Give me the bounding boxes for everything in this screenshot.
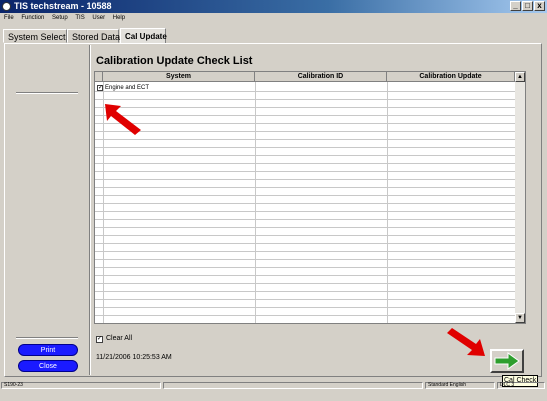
menu-tis[interactable]: TIS	[75, 15, 84, 21]
right-arrow-icon	[494, 352, 520, 370]
left-divider	[16, 92, 78, 94]
table-row	[95, 283, 515, 284]
header-system[interactable]: System	[103, 72, 255, 82]
minimize-button[interactable]: _	[510, 1, 521, 11]
table-row	[95, 291, 515, 292]
calibration-table: System Calibration ID Calibration Update…	[94, 71, 526, 324]
table-scrollbar[interactable]: ▲ ▼	[515, 72, 525, 323]
table-row-system[interactable]: Engine and ECT	[105, 84, 149, 92]
table-row	[95, 259, 515, 260]
close-window-button[interactable]: x	[534, 1, 545, 11]
table-row	[95, 99, 515, 100]
menu-file[interactable]: File	[4, 15, 14, 21]
scroll-down-button[interactable]: ▼	[515, 313, 525, 323]
table-row	[95, 179, 515, 180]
table-row	[95, 187, 515, 188]
status-panel-left: S190-23	[1, 382, 161, 389]
table-row	[95, 203, 515, 204]
status-panel-right: DLC 3	[497, 382, 545, 389]
tab-stored-data[interactable]: Stored Data	[67, 29, 120, 43]
menu-setup[interactable]: Setup	[52, 15, 68, 21]
table-row	[95, 235, 515, 236]
table-row	[95, 243, 515, 244]
left-divider-bottom	[16, 337, 78, 339]
panel-divider	[89, 45, 91, 375]
row-checkbox-engine-ect[interactable]: ✓	[97, 85, 103, 91]
page-title: Calibration Update Check List	[96, 55, 253, 67]
table-row	[95, 299, 515, 300]
table-row	[95, 163, 515, 164]
table-row	[95, 267, 515, 268]
menu-bar: File Function Setup TIS User Help	[0, 13, 547, 23]
maximize-button[interactable]: □	[522, 1, 533, 11]
table-row	[95, 219, 515, 220]
table-row	[95, 123, 515, 124]
table-row	[95, 131, 515, 132]
red-pointer-arrow-icon	[105, 104, 141, 135]
timestamp: 11/21/2006 10:25:53 AM	[96, 354, 172, 361]
menu-help[interactable]: Help	[113, 15, 125, 21]
header-check-column	[95, 72, 103, 82]
print-button[interactable]: Print	[18, 344, 78, 356]
table-row	[95, 147, 515, 148]
column-divider	[255, 82, 256, 323]
header-calibration-update[interactable]: Calibration Update	[387, 72, 515, 82]
clear-all-label: Clear All	[106, 335, 133, 342]
app-icon	[2, 2, 11, 11]
table-row	[95, 315, 515, 316]
table-row	[95, 91, 515, 92]
menu-user[interactable]: User	[92, 15, 105, 21]
table-row	[95, 251, 515, 252]
table-row	[95, 115, 515, 116]
table-row	[95, 139, 515, 140]
cal-check-button[interactable]	[490, 349, 524, 373]
window-title: TIS techstream - 10588	[14, 1, 112, 11]
menu-function[interactable]: Function	[21, 15, 44, 21]
header-calibration-id[interactable]: Calibration ID	[255, 72, 387, 82]
status-panel-language: Standard English	[425, 382, 495, 389]
table-row	[95, 195, 515, 196]
scroll-up-button[interactable]: ▲	[515, 72, 525, 82]
clear-all-checkbox[interactable]: ✓	[96, 336, 103, 343]
table-row	[95, 227, 515, 228]
red-pointer-arrow-icon	[447, 328, 485, 356]
status-panel-middle	[163, 382, 423, 389]
table-row	[95, 307, 515, 308]
table-row	[95, 275, 515, 276]
status-bar: S190-23 Standard English DLC 3	[0, 381, 547, 401]
table-row	[95, 211, 515, 212]
table-header: System Calibration ID Calibration Update	[95, 72, 515, 82]
tab-cal-update[interactable]: Cal Update	[120, 28, 167, 44]
column-divider	[387, 82, 388, 323]
title-bar: TIS techstream - 10588 _ □ x	[0, 0, 547, 13]
tab-system-select[interactable]: System Select	[3, 29, 67, 43]
table-row	[95, 107, 515, 108]
table-row	[95, 155, 515, 156]
table-row	[95, 171, 515, 172]
close-button[interactable]: Close	[18, 360, 78, 372]
